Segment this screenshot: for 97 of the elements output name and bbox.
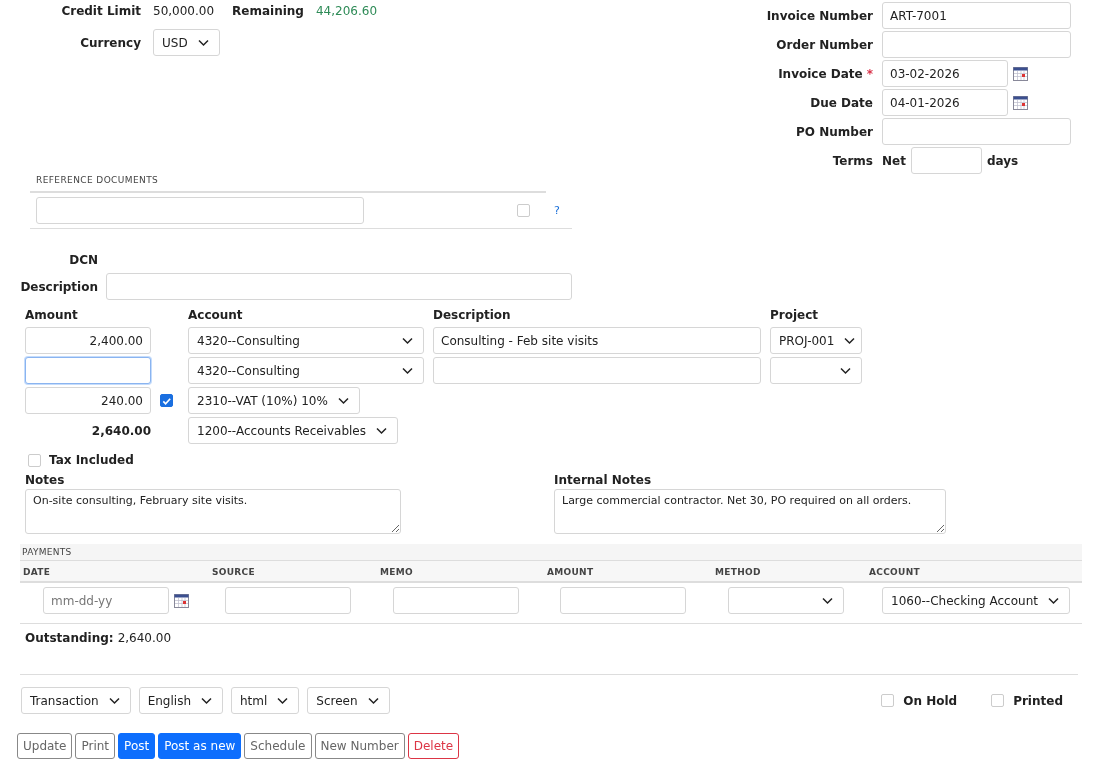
column-header: DATE [23, 567, 51, 577]
chevron-icon [402, 366, 413, 375]
chevron-icon [376, 426, 387, 435]
field-label: Due Date [810, 95, 873, 110]
chevron-icon [337, 396, 349, 405]
print-option-select[interactable]: html [231, 687, 300, 714]
column-header: Amount [25, 308, 79, 324]
chevron-icon [402, 336, 413, 345]
document-field[interactable] [36, 197, 364, 224]
calendar-icon[interactable] [1013, 66, 1028, 81]
net-label: Net [882, 153, 906, 168]
column-header: Account [188, 308, 244, 324]
column-header: SOURCE [212, 567, 255, 577]
field-label: Invoice Number [766, 8, 873, 23]
field-label: PO Number [796, 124, 873, 139]
dcn-label: DCN [68, 253, 98, 267]
total-amount: 2,640.00 [90, 423, 151, 438]
date-field[interactable]: 03-02-2026 [882, 60, 1008, 87]
checkbox[interactable] [991, 694, 1005, 707]
field-label: Invoice Date [778, 66, 863, 81]
chevron-icon [367, 696, 379, 705]
checkbox-label: Printed [1013, 693, 1063, 708]
checkbox-label: Tax Included [49, 453, 134, 467]
internal-notes-field[interactable]: Large commercial contractor. Net 30, PO required on all orders. [554, 489, 946, 534]
checkbox[interactable] [517, 204, 530, 217]
print-option-select[interactable]: Screen [307, 687, 390, 714]
chevron-icon [197, 38, 209, 47]
column-header: METHOD [715, 567, 761, 577]
remaining-label: Remaining [232, 4, 304, 18]
action-button[interactable]: Update [17, 733, 73, 759]
action-button[interactable]: New Number [314, 733, 405, 759]
date-field[interactable]: mm-dd-yy [43, 587, 169, 614]
section-title: PAYMENTS [20, 544, 1082, 561]
column-header: MEMO [380, 567, 413, 577]
outstanding-value: 2,640.00 [117, 631, 172, 645]
account-select[interactable]: 4320--Consulting [188, 327, 424, 354]
chevron-icon [822, 596, 833, 605]
description-label: Description [19, 279, 98, 294]
text-field[interactable] [882, 118, 1071, 145]
help-link[interactable]: ? [554, 204, 560, 217]
account-select[interactable]: 1060--Checking Account [882, 587, 1070, 614]
calendar-icon[interactable] [1013, 95, 1028, 110]
project-select[interactable]: PROJ-001 [770, 327, 862, 354]
field-label: Terms [832, 153, 873, 168]
currency-label: Currency [79, 35, 141, 50]
source-field[interactable] [225, 587, 351, 614]
days-label: days [986, 153, 1019, 168]
tax-checkbox[interactable] [160, 394, 173, 407]
amount-field[interactable]: 240.00 [25, 387, 151, 414]
account-select[interactable]: 1200--Accounts Receivables [188, 417, 398, 444]
amount-field[interactable]: 2,400.00 [25, 327, 151, 354]
description-field[interactable] [433, 357, 761, 384]
text-field[interactable] [882, 31, 1071, 58]
column-header: AMOUNT [547, 567, 594, 577]
column-header: Project [770, 308, 820, 324]
days-field[interactable] [910, 147, 982, 174]
chevron-icon [201, 696, 212, 705]
chevron-icon [277, 696, 289, 705]
method-select[interactable] [728, 587, 844, 614]
checkbox[interactable] [881, 694, 895, 707]
amount-field[interactable] [560, 587, 686, 614]
primary-button[interactable]: Post [118, 733, 156, 759]
field-label: Order Number [776, 37, 873, 52]
credit-limit-value: 50,000.00 [153, 4, 215, 18]
date-field[interactable]: 04-01-2026 [882, 89, 1008, 116]
checkbox[interactable] [28, 453, 41, 467]
internal-notes-label: Internal Notes [554, 473, 653, 487]
project-select[interactable] [770, 357, 862, 384]
chevron-icon [840, 366, 851, 375]
outstanding-label: Outstanding: [25, 631, 114, 645]
text-field[interactable]: ART-7001 [882, 2, 1071, 29]
delete-button[interactable]: Delete [407, 733, 460, 759]
chevron-icon [1047, 596, 1059, 605]
tax-account-select[interactable]: 2310--VAT (10%) 10% [188, 387, 360, 414]
amount-field[interactable] [25, 357, 151, 384]
chevron-icon [844, 336, 856, 345]
notes-field[interactable]: On-site consulting, February site visits. [25, 489, 401, 534]
action-button[interactable]: Schedule [244, 733, 312, 759]
print-option-select[interactable]: Transaction [21, 687, 131, 714]
checkbox-label: On Hold [903, 693, 958, 708]
action-button[interactable]: Print [75, 733, 116, 759]
description-field[interactable] [106, 273, 572, 300]
account-select[interactable]: 4320--Consulting [188, 357, 424, 384]
remaining-value: 44,206.60 [315, 4, 378, 18]
print-option-select[interactable]: English [138, 687, 223, 714]
column-header: ACCOUNT [869, 567, 920, 577]
calendar-icon[interactable] [174, 593, 189, 608]
required-mark: * [866, 66, 873, 81]
description-field[interactable]: Consulting - Feb site visits [433, 327, 761, 354]
memo-field[interactable] [393, 587, 519, 614]
currency-select[interactable]: USD [153, 29, 220, 56]
section-title: REFERENCE DOCUMENTS [30, 175, 546, 193]
primary-button[interactable]: Post as new [158, 733, 242, 759]
chevron-icon [108, 696, 120, 705]
column-header: Description [433, 308, 512, 324]
credit-limit-label: Credit Limit [60, 4, 141, 18]
notes-label: Notes [25, 473, 66, 487]
